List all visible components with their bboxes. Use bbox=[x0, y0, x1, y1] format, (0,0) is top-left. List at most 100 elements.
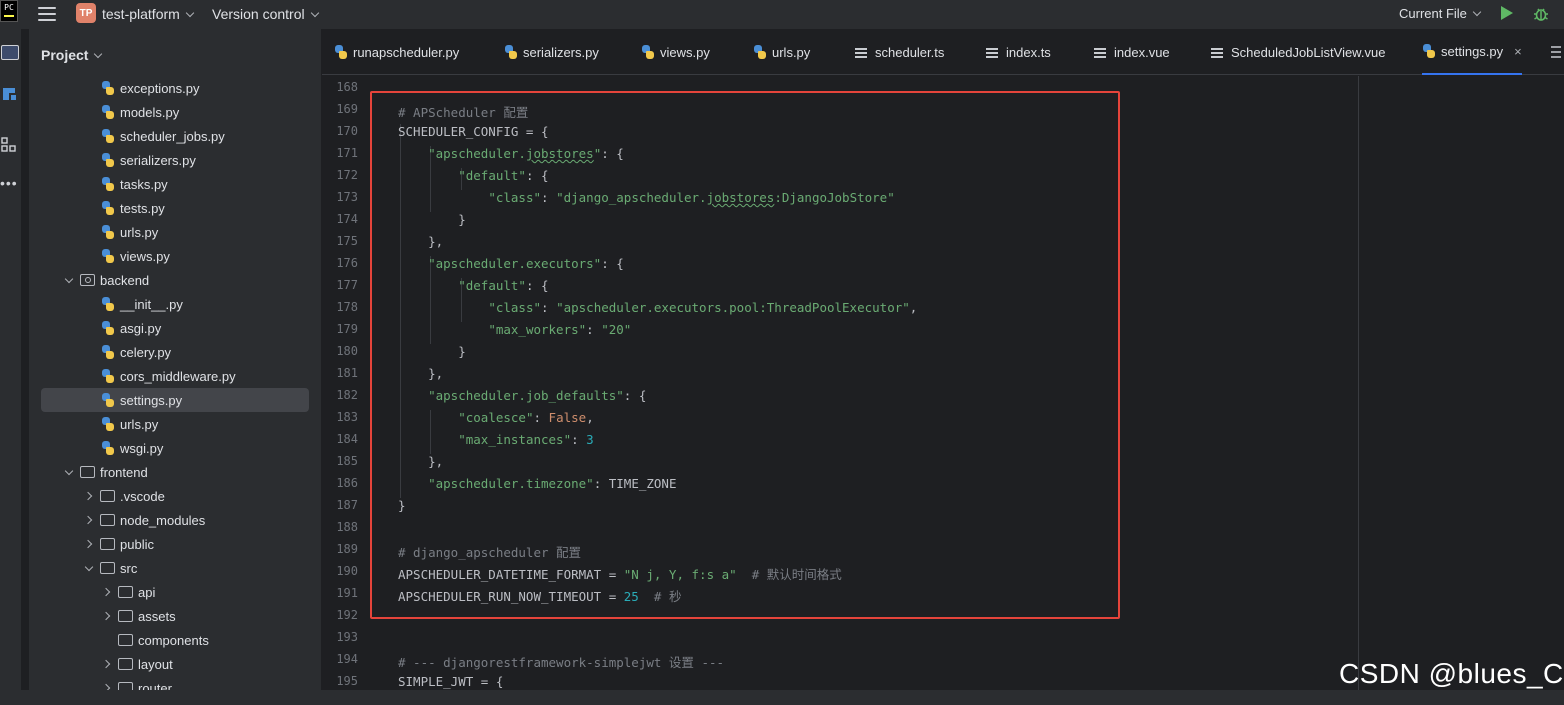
folder-item[interactable]: api bbox=[41, 580, 309, 604]
file-item[interactable]: tasks.py bbox=[41, 172, 309, 196]
code-line[interactable]: APSCHEDULER_RUN_NOW_TIMEOUT = 25 # 秒 bbox=[398, 586, 681, 605]
more-tools-icon[interactable]: ••• bbox=[0, 176, 18, 190]
code-token: "20" bbox=[601, 322, 632, 337]
debug-bug-icon[interactable] bbox=[1533, 5, 1549, 22]
tab-label: views.py bbox=[660, 44, 710, 60]
code-line[interactable]: "default": { bbox=[398, 278, 549, 293]
code-line[interactable]: "apscheduler.job_defaults": { bbox=[398, 388, 646, 403]
run-config-selector[interactable]: Current File bbox=[1399, 6, 1482, 21]
folder-item[interactable]: router bbox=[41, 676, 309, 690]
code-line[interactable]: # --- djangorestframework-simplejwt 设置 -… bbox=[398, 652, 724, 671]
project-switcher[interactable]: test-platform bbox=[102, 6, 195, 22]
file-item[interactable]: settings.py bbox=[41, 388, 309, 412]
tab-overflow-icon[interactable] bbox=[1549, 42, 1563, 62]
folder-item[interactable]: components bbox=[41, 628, 309, 652]
chevron-right-icon[interactable] bbox=[83, 514, 95, 526]
text-file-icon bbox=[1211, 47, 1223, 58]
run-icon[interactable] bbox=[1501, 6, 1513, 20]
code-line[interactable]: }, bbox=[398, 454, 443, 469]
code-token: "max_workers" bbox=[488, 322, 587, 337]
chevron-right-icon[interactable] bbox=[101, 586, 113, 598]
code-line[interactable]: "apscheduler.executors": { bbox=[398, 256, 624, 271]
file-item[interactable]: views.py bbox=[41, 244, 309, 268]
code-line[interactable]: # django_apscheduler 配置 bbox=[398, 542, 581, 561]
code-editor[interactable]: 168 169 170 171 172 173 174 175 176 177 178 179 180 1… bbox=[322, 76, 1564, 690]
tree-item-label: celery.py bbox=[120, 344, 172, 360]
tab-settings-py[interactable]: settings.py × bbox=[1422, 29, 1522, 75]
line-number: 176 bbox=[336, 256, 358, 270]
structure-tool-icon[interactable] bbox=[1, 137, 17, 153]
chevron-right-icon[interactable] bbox=[101, 682, 113, 690]
folder-item[interactable]: src bbox=[41, 556, 309, 580]
file-item[interactable]: tests.py bbox=[41, 196, 309, 220]
commit-tool-icon[interactable] bbox=[2, 86, 18, 102]
file-item[interactable]: scheduler_jobs.py bbox=[41, 124, 309, 148]
file-item[interactable]: celery.py bbox=[41, 340, 309, 364]
tab-scheduledjoblistview-vue[interactable]: ScheduledJobListView.vue bbox=[1211, 29, 1385, 75]
file-item[interactable]: cors_middleware.py bbox=[41, 364, 309, 388]
code-line[interactable]: # APScheduler 配置 bbox=[398, 102, 528, 121]
code-line[interactable]: } bbox=[398, 498, 406, 513]
chevron-down-icon[interactable] bbox=[63, 466, 75, 478]
folder-item[interactable]: node_modules bbox=[41, 508, 309, 532]
code-line[interactable]: "max_workers": "20" bbox=[398, 322, 631, 337]
folder-item[interactable]: backend bbox=[41, 268, 309, 292]
code-token: : { bbox=[525, 278, 549, 293]
code-token: : bbox=[541, 300, 557, 315]
chevron-right-icon[interactable] bbox=[101, 658, 113, 670]
tab-urls-py[interactable]: urls.py bbox=[753, 29, 810, 75]
file-item[interactable]: serializers.py bbox=[41, 148, 309, 172]
folder-item[interactable]: frontend bbox=[41, 460, 309, 484]
code-token: "apscheduler. bbox=[428, 146, 526, 161]
python-file-icon bbox=[753, 45, 767, 59]
chevron-down-icon[interactable] bbox=[63, 274, 75, 286]
file-item[interactable]: __init__.py bbox=[41, 292, 309, 316]
project-panel-title[interactable]: Project bbox=[41, 47, 103, 63]
code-line[interactable]: SCHEDULER_CONFIG = { bbox=[398, 124, 549, 139]
tab-runapscheduler-py[interactable]: runapscheduler.py bbox=[334, 29, 459, 75]
folder-item[interactable]: .vscode bbox=[41, 484, 309, 508]
line-number: 168 bbox=[336, 80, 358, 94]
close-icon[interactable]: × bbox=[1514, 44, 1522, 59]
folder-item[interactable]: assets bbox=[41, 604, 309, 628]
chevron-right-icon[interactable] bbox=[83, 538, 95, 550]
code-line[interactable]: "apscheduler.timezone": TIME_ZONE bbox=[398, 476, 676, 491]
code-line[interactable]: "max_instances": 3 bbox=[398, 432, 593, 447]
file-item[interactable]: exceptions.py bbox=[41, 76, 309, 100]
file-item[interactable]: urls.py bbox=[41, 412, 309, 436]
folder-item[interactable]: layout bbox=[41, 652, 309, 676]
code-line[interactable]: APSCHEDULER_DATETIME_FORMAT = "N j, Y, f… bbox=[398, 564, 842, 583]
code-line[interactable]: } bbox=[398, 344, 466, 359]
tab-scheduler-ts[interactable]: scheduler.ts bbox=[855, 29, 944, 75]
file-item[interactable]: models.py bbox=[41, 100, 309, 124]
chevron-down-icon[interactable] bbox=[83, 562, 95, 574]
version-control-menu[interactable]: Version control bbox=[212, 6, 319, 22]
code-line[interactable]: "coalesce": False, bbox=[398, 410, 594, 425]
code-token: } bbox=[398, 344, 466, 359]
main-menu-icon[interactable] bbox=[38, 7, 56, 21]
code-line[interactable]: "default": { bbox=[398, 168, 548, 183]
tree-item-label: scheduler_jobs.py bbox=[120, 128, 225, 144]
code-line[interactable]: "apscheduler.jobstores": { bbox=[398, 146, 624, 161]
file-item[interactable]: asgi.py bbox=[41, 316, 309, 340]
tab-views-py[interactable]: views.py bbox=[641, 29, 710, 75]
file-item[interactable]: wsgi.py bbox=[41, 436, 309, 460]
file-item[interactable]: urls.py bbox=[41, 220, 309, 244]
code-line[interactable]: }, bbox=[398, 234, 443, 249]
code-line[interactable]: SIMPLE_JWT = { bbox=[398, 674, 503, 689]
code-line[interactable]: "class": "apscheduler.executors.pool:Thr… bbox=[398, 300, 917, 315]
python-file-icon bbox=[101, 201, 115, 215]
code-line[interactable]: } bbox=[398, 212, 466, 227]
tab-index-ts[interactable]: index.ts bbox=[986, 29, 1051, 75]
tab-label: runapscheduler.py bbox=[353, 44, 460, 60]
tab-index-vue[interactable]: index.vue bbox=[1094, 29, 1170, 75]
code-line[interactable]: "class": "django_apscheduler.jobstores:D… bbox=[398, 190, 894, 205]
folder-item[interactable]: public bbox=[41, 532, 309, 556]
project-badge[interactable]: TP bbox=[76, 3, 96, 23]
code-token: } bbox=[398, 498, 406, 513]
code-line[interactable]: }, bbox=[398, 366, 443, 381]
tab-serializers-py[interactable]: serializers.py bbox=[504, 29, 599, 75]
project-tool-icon[interactable] bbox=[1, 45, 19, 60]
chevron-right-icon[interactable] bbox=[83, 490, 95, 502]
chevron-right-icon[interactable] bbox=[101, 610, 113, 622]
